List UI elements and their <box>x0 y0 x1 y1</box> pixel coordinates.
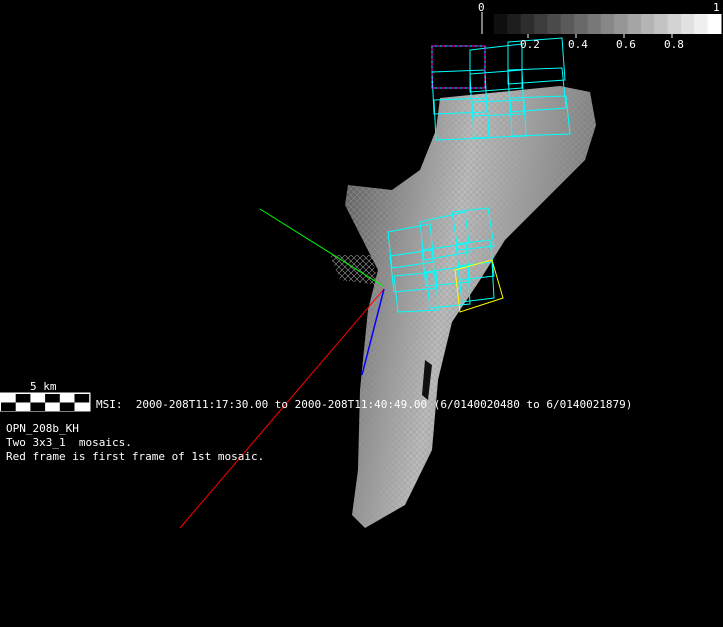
colorbar-step <box>627 14 642 34</box>
scale-bar <box>0 392 91 412</box>
scale-bar-cell <box>45 394 60 403</box>
asteroid-shape-model <box>330 86 596 528</box>
colorbar <box>494 14 722 38</box>
colorbar-step <box>614 14 629 34</box>
colorbar-min-label: 0 <box>478 1 485 14</box>
colorbar-step <box>520 14 535 34</box>
scale-bar-cell <box>74 394 90 403</box>
colorbar-step <box>587 14 602 34</box>
colorbar-step <box>640 14 655 34</box>
colorbar-tick-label: 0.4 <box>568 38 588 51</box>
colorbar-step <box>560 14 575 34</box>
colorbar-tick-label: 0.6 <box>616 38 636 51</box>
colorbar-step <box>707 14 722 34</box>
scale-bar-cell <box>1 402 16 411</box>
colorbar-step <box>547 14 562 34</box>
colorbar-step <box>600 14 615 34</box>
scale-bar-cell <box>15 394 31 403</box>
observation-name: OPN_208b_KH <box>6 422 79 435</box>
scene <box>0 12 722 529</box>
msi-footprint-view: 0 1 0.2 0.4 0.6 0.8 5 km MSI: 2000-208T1… <box>0 0 723 627</box>
colorbar-max-label: 1 <box>713 1 720 14</box>
colorbar-step <box>680 14 695 34</box>
colorbar-step <box>694 14 709 34</box>
colorbar-tick-label: 0.8 <box>664 38 684 51</box>
colorbar-step <box>494 14 508 34</box>
scale-bar-label: 5 km <box>30 380 57 393</box>
colorbar-step <box>667 14 682 34</box>
colorbar-step <box>574 14 588 34</box>
msi-time-range: MSI: 2000-208T11:17:30.00 to 2000-208T11… <box>96 398 633 411</box>
scale-bar-cell <box>30 402 46 411</box>
scale-bar-cell <box>59 402 75 411</box>
red-frame-note: Red frame is first frame of 1st mosaic. <box>6 450 265 463</box>
first-frame <box>431 45 486 89</box>
mosaic-description: Two 3x3_1 mosaics. <box>6 436 132 449</box>
colorbar-step <box>534 14 548 34</box>
colorbar-step <box>654 14 669 34</box>
colorbar-tick-label: 0.2 <box>520 38 540 51</box>
colorbar-step <box>507 14 522 34</box>
